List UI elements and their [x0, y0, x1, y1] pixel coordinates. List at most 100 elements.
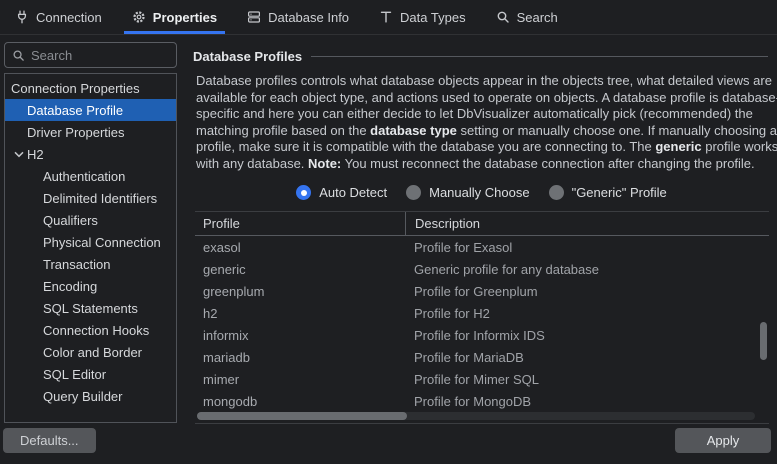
tree-item-label: H2 [27, 147, 44, 162]
sidebar: Connection Properties Database Profile Dri… [0, 35, 183, 424]
cell-profile: h2 [195, 306, 405, 321]
tree-item-encoding[interactable]: Encoding [5, 275, 176, 297]
radio-label: Manually Choose [429, 185, 529, 200]
tab-properties[interactable]: Properties [132, 0, 217, 34]
tree-item-database-profile[interactable]: Database Profile [5, 99, 176, 121]
radio-manually-choose[interactable]: Manually Choose [406, 185, 529, 200]
cell-profile: exasol [195, 240, 405, 255]
tab-data-types[interactable]: Data Types [379, 0, 466, 34]
tree-item-sql-editor[interactable]: SQL Editor [5, 363, 176, 385]
tree-item-label: Driver Properties [27, 125, 125, 140]
database-icon [247, 10, 261, 24]
tabbar: Connection Properties Database Info [0, 0, 777, 35]
radio-label: Auto Detect [319, 185, 387, 200]
radio-auto-detect[interactable]: Auto Detect [296, 185, 387, 200]
tree-item-label: Qualifiers [43, 213, 98, 228]
search-icon [12, 49, 25, 62]
tab-database-info[interactable]: Database Info [247, 0, 349, 34]
tree-item-connection-hooks[interactable]: Connection Hooks [5, 319, 176, 341]
tree-item-qualifiers[interactable]: Qualifiers [5, 209, 176, 231]
cell-description: Profile for MongoDB [405, 394, 769, 409]
tab-label: Properties [153, 10, 217, 25]
profiles-description: Database profiles controls what database… [196, 73, 777, 172]
tree-item-label: SQL Statements [43, 301, 138, 316]
tree-item-driver-properties[interactable]: Driver Properties [5, 121, 176, 143]
profiles-table-body: exasolProfile for ExasolgenericGeneric p… [195, 236, 769, 412]
tree-item-color-and-border[interactable]: Color and Border [5, 341, 176, 363]
horizontal-scrollbar-thumb[interactable] [197, 412, 407, 420]
radio-icon [549, 185, 564, 200]
table-row[interactable]: mongodbProfile for MongoDB [195, 390, 769, 412]
cell-profile: greenplum [195, 284, 405, 299]
tree-item-label: Color and Border [43, 345, 142, 360]
tab-label: Search [517, 10, 558, 25]
cell-description: Profile for Greenplum [405, 284, 769, 299]
radio-label: "Generic" Profile [572, 185, 667, 200]
table-row[interactable]: exasolProfile for Exasol [195, 236, 769, 258]
cell-profile: generic [195, 262, 405, 277]
cell-description: Profile for Informix IDS [405, 328, 769, 343]
chevron-down-icon[interactable] [11, 151, 27, 158]
tab-connection[interactable]: Connection [15, 0, 102, 34]
tree-item-label: Delimited Identifiers [43, 191, 157, 206]
section-rule [311, 56, 768, 57]
footer: Defaults... Apply [0, 424, 777, 464]
table-row[interactable]: h2Profile for H2 [195, 302, 769, 324]
vertical-scrollbar[interactable] [760, 322, 767, 360]
cell-profile: mimer [195, 372, 405, 387]
cell-description: Generic profile for any database [405, 262, 769, 277]
tree-item-label: Encoding [43, 279, 97, 294]
table-row[interactable]: greenplumProfile for Greenplum [195, 280, 769, 302]
tree-item-label: Connection Properties [11, 81, 140, 96]
column-header-description[interactable]: Description [405, 212, 769, 235]
cell-profile: informix [195, 328, 405, 343]
apply-button[interactable]: Apply [675, 428, 771, 453]
properties-tree: Connection Properties Database Profile Dri… [4, 73, 177, 423]
tree-item-transaction[interactable]: Transaction [5, 253, 176, 275]
tab-label: Connection [36, 10, 102, 25]
body: Connection Properties Database Profile Dri… [0, 35, 777, 424]
search-input[interactable] [31, 48, 169, 63]
defaults-button[interactable]: Defaults... [3, 428, 96, 453]
cell-profile: mongodb [195, 394, 405, 409]
table-row[interactable]: mimerProfile for Mimer SQL [195, 368, 769, 390]
search-icon [496, 10, 510, 24]
table-row[interactable]: mariadbProfile for MariaDB [195, 346, 769, 368]
gear-icon [132, 10, 146, 24]
tab-label: Data Types [400, 10, 466, 25]
cell-profile: mariadb [195, 350, 405, 365]
data-types-icon [379, 10, 393, 24]
tab-search[interactable]: Search [496, 0, 558, 34]
profiles-table: Profile Description exasolProfile for Ex… [195, 211, 769, 424]
section-title: Database Profiles [193, 49, 302, 64]
tree-item-connection-properties[interactable]: Connection Properties [5, 77, 176, 99]
profile-mode-radio-group: Auto Detect Manually Choose "Generic" Prof… [193, 185, 770, 200]
table-row[interactable]: genericGeneric profile for any database [195, 258, 769, 280]
cell-description: Profile for Exasol [405, 240, 769, 255]
radio-icon [406, 185, 421, 200]
tree-item-label: SQL Editor [43, 367, 106, 382]
tree-item-authentication[interactable]: Authentication [5, 165, 176, 187]
tree-item-physical-connection[interactable]: Physical Connection [5, 231, 176, 253]
tree-item-delimited-identifiers[interactable]: Delimited Identifiers [5, 187, 176, 209]
section-header: Database Profiles [193, 49, 770, 64]
cell-description: Profile for H2 [405, 306, 769, 321]
tree-item-query-builder[interactable]: Query Builder [5, 385, 176, 407]
table-row[interactable]: informixProfile for Informix IDS [195, 324, 769, 346]
column-header-profile[interactable]: Profile [195, 216, 405, 231]
connection-properties-window: Connection Properties Database Info [0, 0, 777, 464]
tree-item-sql-statements[interactable]: SQL Statements [5, 297, 176, 319]
tree-item-label: Transaction [43, 257, 110, 272]
radio-generic-profile[interactable]: "Generic" Profile [549, 185, 667, 200]
profiles-table-header[interactable]: Profile Description [195, 212, 769, 236]
tree-item-label: Query Builder [43, 389, 122, 404]
cell-description: Profile for Mimer SQL [405, 372, 769, 387]
tree-item-h2[interactable]: H2 [5, 143, 176, 165]
cell-description: Profile for MariaDB [405, 350, 769, 365]
plug-icon [15, 10, 29, 24]
tree-item-label: Connection Hooks [43, 323, 149, 338]
sidebar-search-field[interactable] [4, 42, 177, 68]
radio-icon [296, 185, 311, 200]
tree-item-label: Physical Connection [43, 235, 161, 250]
main-content: Database Profiles Database profiles cont… [183, 35, 777, 424]
